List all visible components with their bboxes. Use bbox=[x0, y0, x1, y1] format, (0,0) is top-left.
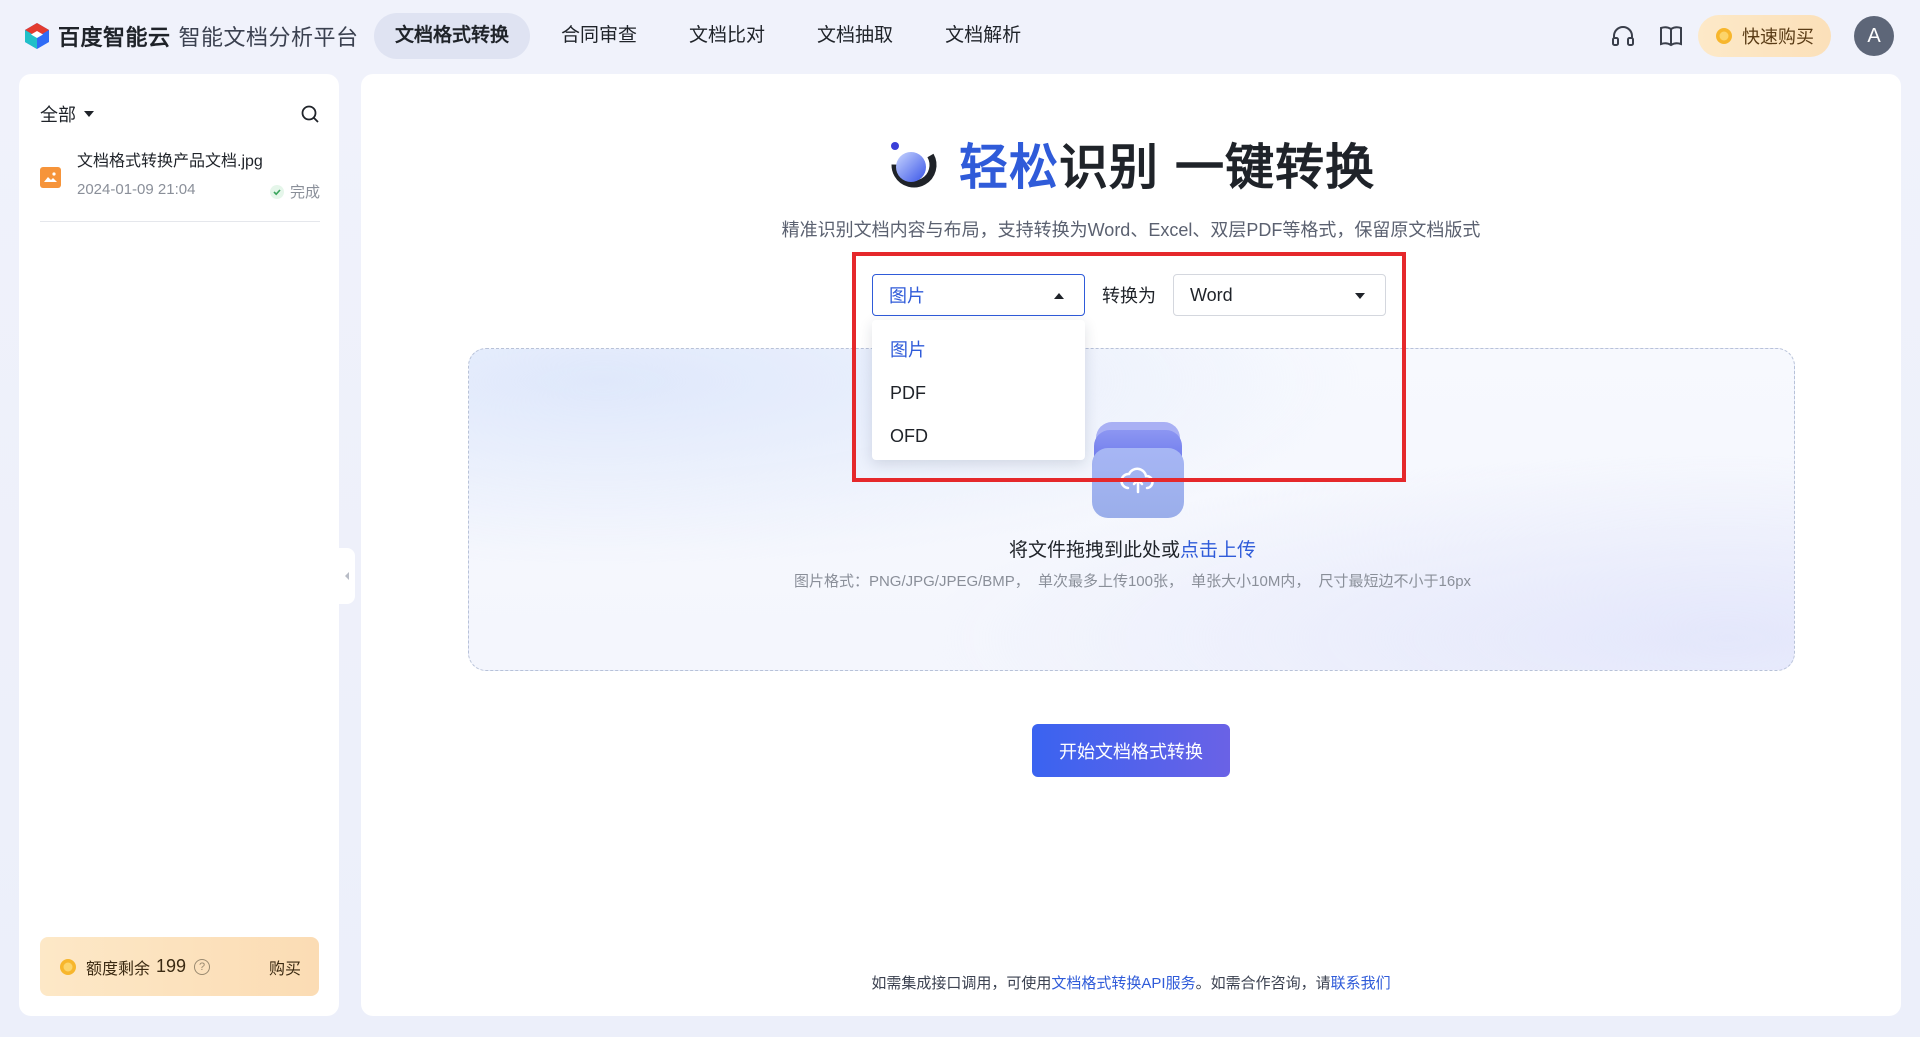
main-nav: 文档格式转换 合同审查 文档比对 文档抽取 文档解析 bbox=[374, 13, 1052, 59]
caret-up-icon bbox=[1054, 293, 1064, 299]
caret-down-icon bbox=[1355, 293, 1365, 299]
sidebar-header: 全部 bbox=[40, 99, 320, 129]
start-convert-button[interactable]: 开始文档格式转换 bbox=[1032, 724, 1230, 777]
baidu-cloud-logo-icon bbox=[25, 23, 49, 49]
file-status: 完成 bbox=[269, 181, 320, 202]
hero-title-row: 轻松识别 一键转换 bbox=[361, 128, 1901, 198]
upload-dropzone[interactable]: 将文件拖拽到此处或点击上传 图片格式：PNG/JPG/JPEG/BMP， 单次最… bbox=[468, 348, 1795, 671]
hero-title-part1: 识别 bbox=[1058, 140, 1159, 195]
api-service-link[interactable]: 文档格式转换API服务 bbox=[1051, 975, 1195, 992]
convert-logo-icon bbox=[890, 142, 937, 188]
customer-service-button[interactable] bbox=[1607, 20, 1639, 52]
target-format-select[interactable]: Word bbox=[1173, 274, 1386, 316]
target-format-value: Word bbox=[1190, 284, 1233, 305]
caret-down-icon bbox=[84, 111, 94, 117]
nav-tab-format-convert[interactable]: 文档格式转换 bbox=[374, 13, 531, 59]
main-panel: 轻松识别 一键转换 精准识别文档内容与布局，支持转换为Word、Excel、双层P… bbox=[361, 74, 1901, 1016]
hero-subtitle: 精准识别文档内容与布局，支持转换为Word、Excel、双层PDF等格式，保留原… bbox=[781, 220, 1481, 240]
quota-label: 额度剩余 bbox=[86, 960, 151, 978]
upload-text: 将文件拖拽到此处或 bbox=[1008, 540, 1180, 561]
headset-icon bbox=[1612, 26, 1634, 46]
source-format-dropdown: 图片 PDF OFD bbox=[872, 320, 1085, 460]
hero-title-part2: 一键转换 bbox=[1175, 140, 1376, 195]
help-icon[interactable]: ? bbox=[194, 958, 211, 975]
contact-us-link[interactable]: 联系我们 bbox=[1331, 975, 1391, 992]
top-bar: 百度智能云 智能文档分析平台 文档格式转换 合同审查 文档比对 文档抽取 文档解… bbox=[0, 0, 1920, 72]
dropdown-option-pdf[interactable]: PDF bbox=[872, 372, 1085, 415]
nav-tab-doc-extract[interactable]: 文档抽取 bbox=[796, 13, 914, 59]
file-name: 文档格式转换产品文档.jpg bbox=[77, 153, 263, 170]
product-name: 智能文档分析平台 bbox=[178, 25, 359, 50]
image-file-icon bbox=[40, 167, 61, 188]
upload-instruction: 将文件拖拽到此处或点击上传 bbox=[469, 535, 1796, 562]
quota-value: 199 bbox=[156, 956, 187, 976]
quick-buy-button[interactable]: 快速购买 bbox=[1698, 15, 1831, 57]
file-filter-dropdown[interactable]: 全部 bbox=[40, 101, 94, 127]
check-circle-icon bbox=[269, 184, 284, 199]
quick-buy-label: 快速购买 bbox=[1742, 27, 1814, 47]
chevron-left-icon bbox=[345, 572, 349, 580]
file-date: 2024-01-09 21:04 bbox=[77, 181, 196, 198]
brand-name: 百度智能云 bbox=[58, 25, 171, 50]
source-format-select[interactable]: 图片 bbox=[872, 274, 1085, 316]
quota-buy-button[interactable]: 购买 bbox=[269, 955, 301, 979]
click-upload-link[interactable]: 点击上传 bbox=[1180, 540, 1256, 561]
coin-icon bbox=[60, 958, 76, 975]
format-selector-row: 图片 转换为 Word bbox=[872, 274, 1386, 316]
docs-button[interactable] bbox=[1655, 20, 1687, 52]
hero-title-highlight: 轻松 bbox=[958, 140, 1059, 195]
dropdown-option-image[interactable]: 图片 bbox=[872, 329, 1085, 372]
footer-text-1: 如需集成接口调用，可使用 bbox=[871, 975, 1052, 992]
search-icon[interactable] bbox=[300, 104, 320, 124]
footer-note: 如需集成接口调用，可使用文档格式转换API服务。如需合作咨询，请联系我们 bbox=[361, 972, 1901, 993]
nav-tab-doc-parse[interactable]: 文档解析 bbox=[924, 13, 1042, 59]
nav-tab-doc-compare[interactable]: 文档比对 bbox=[668, 13, 786, 59]
book-icon bbox=[1660, 26, 1682, 47]
quota-panel: 额度剩余 199 ? 购买 bbox=[40, 937, 319, 996]
coin-icon bbox=[1716, 28, 1732, 44]
file-list-item[interactable]: 文档格式转换产品文档.jpg 2024-01-09 21:04 完成 bbox=[40, 146, 320, 222]
brand[interactable]: 百度智能云 智能文档分析平台 bbox=[22, 18, 359, 54]
convert-to-label: 转换为 bbox=[1102, 286, 1156, 306]
file-sidebar: 全部 文档格式转换产品文档.jpg 2024-01-09 21:04 完成 额度… bbox=[19, 74, 339, 1016]
file-status-label: 完成 bbox=[289, 184, 320, 201]
user-avatar[interactable]: A bbox=[1854, 16, 1894, 56]
upload-cloud-icon bbox=[1092, 422, 1184, 518]
sidebar-collapse-handle[interactable] bbox=[339, 548, 355, 604]
footer-text-2: 。如需合作咨询，请 bbox=[1195, 975, 1331, 992]
hero-title: 轻松识别 一键转换 bbox=[959, 128, 1375, 199]
file-filter-label: 全部 bbox=[40, 105, 76, 125]
dropdown-option-ofd[interactable]: OFD bbox=[872, 415, 1085, 458]
upload-hint: 图片格式：PNG/JPG/JPEG/BMP， 单次最多上传100张， 单张大小1… bbox=[793, 573, 1472, 590]
nav-tab-contract-review[interactable]: 合同审查 bbox=[540, 13, 658, 59]
source-format-value: 图片 bbox=[889, 286, 925, 306]
